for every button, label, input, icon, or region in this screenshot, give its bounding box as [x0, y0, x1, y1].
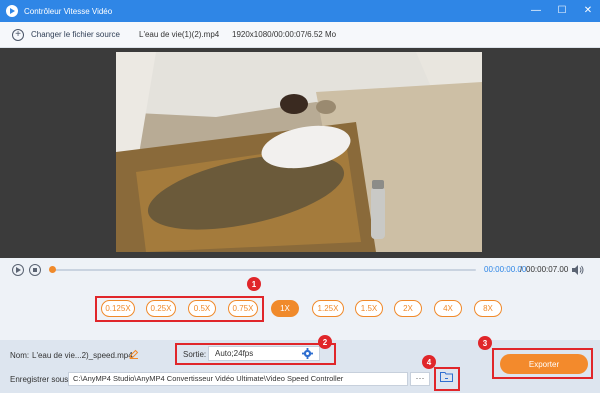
change-source-link[interactable]: Changer le fichier source [31, 30, 120, 39]
export-highlight [492, 348, 593, 379]
stop-icon [33, 268, 37, 272]
title-bar: Contrôleur Vitesse Vidéo — ☐ ✕ [0, 0, 600, 22]
speed-option-4x[interactable]: 4X [434, 300, 462, 317]
volume-icon[interactable] [572, 265, 584, 275]
output-name-value: L'eau de vie...2)_speed.mp4 [32, 351, 133, 360]
speed-option-1x[interactable]: 1X [271, 300, 299, 317]
annotation-badge-1: 1 [247, 277, 261, 291]
browse-path-button[interactable]: ··· [410, 372, 430, 386]
maximize-button[interactable]: ☐ [556, 0, 568, 22]
annotation-badge-2: 2 [318, 335, 332, 349]
annotation-badge-3: 3 [478, 336, 492, 350]
window-title: Contrôleur Vitesse Vidéo [24, 6, 113, 16]
speed-option-8x[interactable]: 8X [474, 300, 502, 317]
save-path-field[interactable]: C:\AnyMP4 Studio\AnyMP4 Convertisseur Vi… [68, 372, 408, 386]
speed-option-1.5x[interactable]: 1.5X [355, 300, 383, 317]
progress-handle[interactable] [49, 266, 56, 273]
output-settings-panel: Nom: L'eau de vie...2)_speed.mp4 Sortie:… [0, 340, 600, 393]
edit-pencil-icon[interactable] [129, 349, 139, 359]
source-file-name: L'eau de vie(1)(2).mp4 [139, 30, 220, 39]
name-label: Nom: [10, 351, 30, 360]
play-button[interactable] [12, 264, 24, 276]
time-separator: / [520, 265, 523, 274]
speed-option-2x[interactable]: 2X [394, 300, 422, 317]
window-controls: — ☐ ✕ [530, 0, 594, 22]
speed-selector: 0.125X 0.25X 0.5X 0.75X 1X 1.25X 1.5X 2X… [0, 296, 600, 322]
total-time: 00:00:07.00 [526, 265, 569, 274]
annotation-badge-4: 4 [422, 355, 436, 369]
speed-option-1.25x[interactable]: 1.25X [312, 300, 344, 317]
minimize-button[interactable]: — [530, 0, 542, 22]
source-file-meta: 1920x1080/00:00:07/6.52 Mo [232, 30, 337, 39]
open-folder-highlight [434, 367, 460, 391]
play-icon [16, 267, 21, 273]
video-frame [116, 52, 482, 252]
source-info-bar: + Changer le fichier source L'eau de vie… [0, 22, 600, 48]
video-preview-area [0, 48, 600, 258]
add-circle-icon[interactable]: + [12, 28, 24, 41]
progress-track[interactable] [52, 269, 476, 271]
output-format-highlight [175, 343, 336, 365]
save-as-label: Enregistrer sous: [10, 375, 71, 384]
video-still-image [116, 52, 482, 252]
stop-button[interactable] [29, 264, 41, 276]
slow-speeds-highlight [95, 296, 264, 322]
playback-bar: 00:00:00.00 / 00:00:07.00 [0, 258, 600, 284]
app-logo-icon [6, 5, 18, 17]
close-button[interactable]: ✕ [582, 0, 594, 22]
